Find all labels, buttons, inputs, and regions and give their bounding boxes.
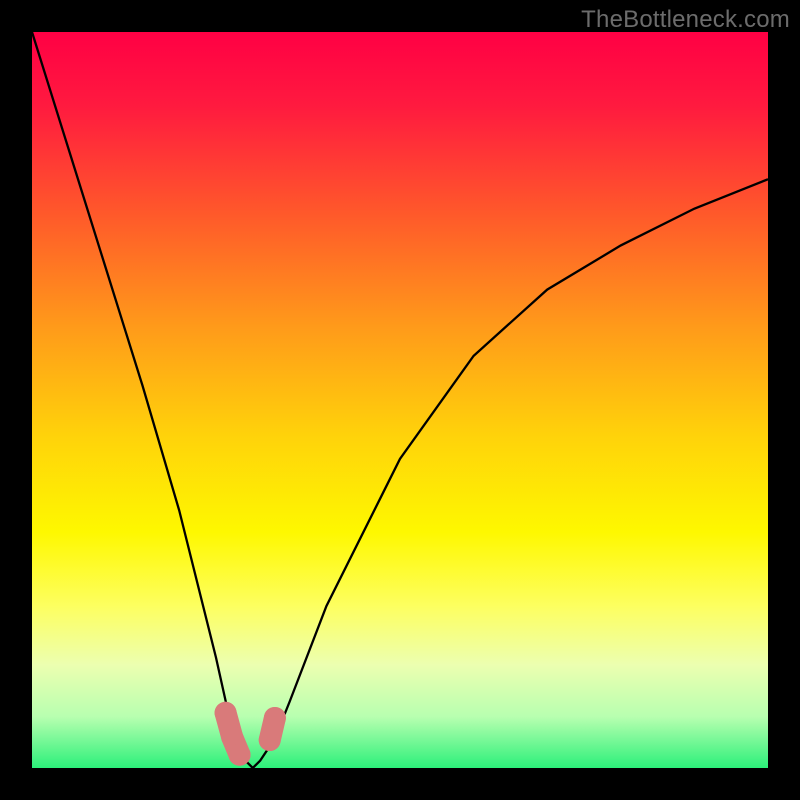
marker-layer bbox=[215, 702, 286, 766]
chart-stage: TheBottleneck.com bbox=[0, 0, 800, 800]
watermark-text: TheBottleneck.com bbox=[581, 6, 790, 34]
plot-area bbox=[32, 32, 768, 768]
curve-layer bbox=[32, 32, 768, 768]
marker-dot bbox=[259, 729, 281, 751]
marker-dot bbox=[229, 744, 251, 766]
marker-dot bbox=[215, 702, 237, 724]
bottleneck-curve bbox=[32, 32, 768, 768]
marker-dot bbox=[264, 707, 286, 729]
